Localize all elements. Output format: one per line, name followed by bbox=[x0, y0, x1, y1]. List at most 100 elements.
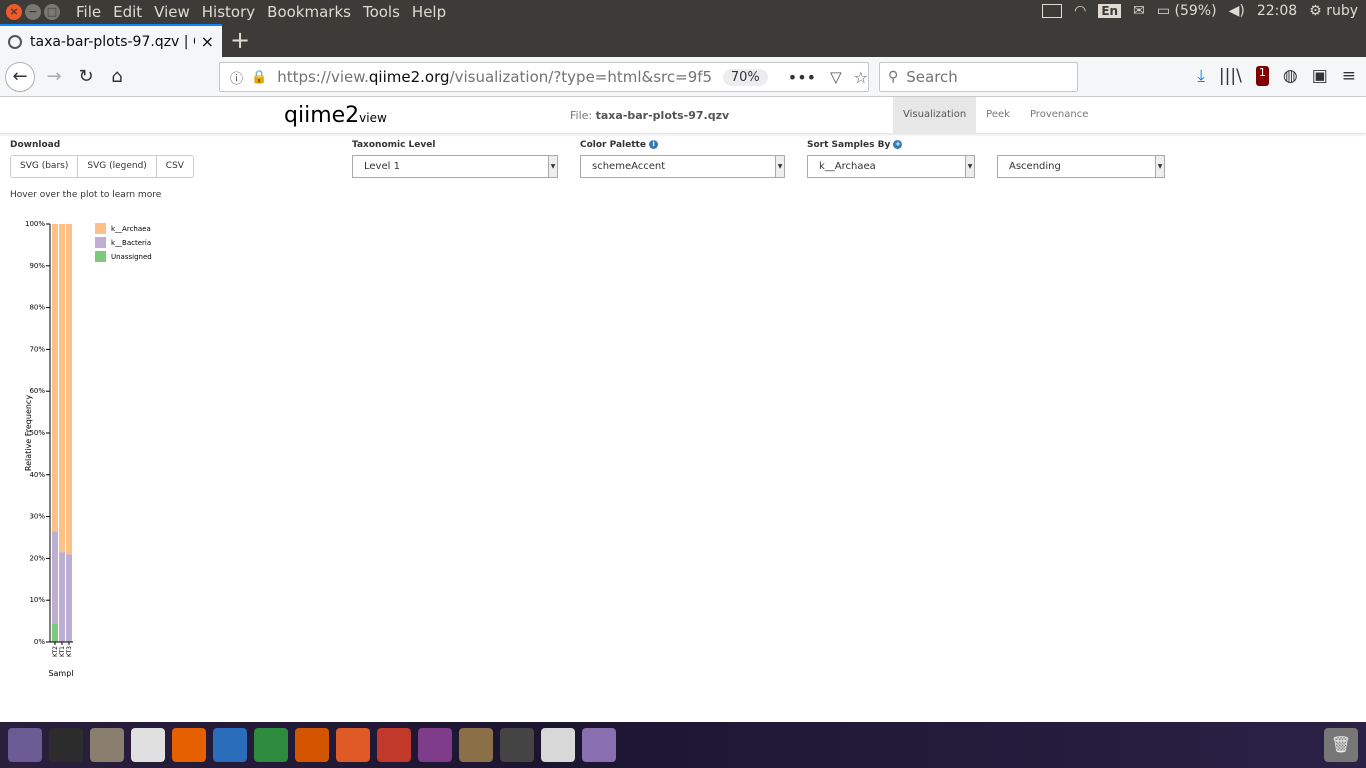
info-circle-icon[interactable]: i bbox=[649, 140, 659, 149]
tab-provenance[interactable]: Provenance bbox=[1020, 97, 1098, 133]
page-actions-icon[interactable]: ••• bbox=[788, 68, 816, 87]
y-tick-label: 80% bbox=[29, 304, 45, 312]
calc-launcher-icon[interactable] bbox=[254, 728, 288, 762]
y-axis-label: Relative Frequency bbox=[24, 395, 33, 471]
download-icon[interactable]: ⤓ bbox=[1197, 66, 1205, 86]
color-palette-select[interactable]: schemeAccent ▼ bbox=[580, 155, 785, 178]
reload-icon[interactable]: ↻ bbox=[72, 63, 100, 91]
hamburger-menu-icon[interactable]: ≡ bbox=[1342, 66, 1356, 86]
browser-tab-active[interactable]: taxa-bar-plots-97.qzv | Q × bbox=[0, 24, 222, 57]
battery-indicator[interactable]: ▭ (59%) bbox=[1157, 3, 1217, 19]
menu-tools[interactable]: Tools bbox=[357, 3, 406, 21]
csv-button[interactable]: CSV bbox=[155, 155, 194, 178]
bookmark-star-icon[interactable]: ☆ bbox=[854, 68, 868, 87]
lock-icon[interactable]: 🔒 bbox=[251, 70, 267, 85]
tab-visualization[interactable]: Visualization bbox=[893, 97, 977, 133]
menu-bookmarks[interactable]: Bookmarks bbox=[261, 3, 357, 21]
mail-icon[interactable]: ✉ bbox=[1133, 3, 1145, 19]
ubuntu-launcher-icon[interactable] bbox=[8, 728, 42, 762]
wifi-icon[interactable]: ◠ bbox=[1074, 3, 1086, 19]
bar-segment[interactable] bbox=[59, 552, 65, 642]
files-launcher-icon[interactable] bbox=[90, 728, 124, 762]
y-tick-label: 30% bbox=[29, 513, 45, 521]
menu-edit[interactable]: Edit bbox=[107, 3, 148, 21]
dock-icons bbox=[8, 728, 616, 762]
close-tab-icon[interactable]: × bbox=[201, 32, 214, 51]
tab-peek[interactable]: Peek bbox=[976, 97, 1020, 133]
display-icon[interactable] bbox=[1042, 4, 1063, 18]
view-tabs: Visualization Peek Provenance bbox=[893, 97, 1098, 133]
trash-icon[interactable]: 🗑 bbox=[1324, 728, 1358, 762]
globe-icon[interactable]: ◍ bbox=[1283, 66, 1298, 86]
library-icon[interactable]: |||\ bbox=[1219, 66, 1242, 86]
svg-bars-button[interactable]: SVG (bars) bbox=[10, 155, 79, 178]
qiime2-favicon-icon bbox=[8, 34, 22, 49]
firefox-launcher-icon[interactable] bbox=[172, 728, 206, 762]
user-menu[interactable]: ⚙ ruby bbox=[1309, 3, 1358, 19]
download-label: Download bbox=[10, 140, 61, 150]
sort-order-select[interactable]: Ascending ▼ bbox=[997, 155, 1165, 178]
viewer-launcher-icon[interactable] bbox=[582, 728, 616, 762]
bar-segment[interactable] bbox=[59, 224, 65, 553]
url-text[interactable]: https://view.qiime2.org/visualization/?t… bbox=[277, 68, 713, 86]
taxonomic-level-select[interactable]: Level 1 ▼ bbox=[352, 155, 558, 178]
sort-samples-select[interactable]: k__Archaea ▼ bbox=[807, 155, 975, 178]
x-tick-label: KT1 bbox=[59, 646, 66, 657]
volume-icon[interactable]: ◀) bbox=[1229, 3, 1245, 19]
bar-segment[interactable] bbox=[66, 554, 72, 642]
pocket-icon[interactable]: ▽ bbox=[830, 68, 842, 86]
ublock-icon[interactable]: 1 bbox=[1255, 66, 1269, 86]
back-arrow-icon[interactable]: ← bbox=[5, 62, 35, 92]
system-top-bar: × − □ File Edit View History Bookmarks T… bbox=[0, 0, 1366, 24]
bar-segment[interactable] bbox=[52, 623, 58, 642]
y-tick-label: 100% bbox=[25, 220, 45, 228]
legend-label: k__Bacteria bbox=[111, 239, 151, 247]
y-tick-label: 10% bbox=[29, 596, 45, 604]
bar-segment[interactable] bbox=[66, 224, 72, 555]
clock[interactable]: 22:08 bbox=[1257, 3, 1297, 19]
tab-title: taxa-bar-plots-97.qzv | Q bbox=[30, 33, 195, 50]
zoom-level[interactable]: 70% bbox=[722, 68, 768, 86]
bar-segment[interactable] bbox=[52, 531, 58, 624]
app-launcher-icon[interactable] bbox=[418, 728, 452, 762]
menu-file[interactable]: File bbox=[70, 3, 107, 21]
minimize-window-icon[interactable]: − bbox=[25, 4, 41, 20]
legend-label: Unassigned bbox=[111, 253, 152, 261]
qiime2-header: qiime2view File: taxa-bar-plots-97.qzv V… bbox=[0, 97, 1366, 134]
software-launcher-icon[interactable] bbox=[336, 728, 370, 762]
keyboard-layout[interactable]: En bbox=[1098, 4, 1122, 18]
gimp-launcher-icon[interactable] bbox=[500, 728, 534, 762]
qiime2-logo[interactable]: qiime2view bbox=[284, 103, 387, 128]
sidebar-icon[interactable]: ▣ bbox=[1312, 66, 1328, 86]
menu-view[interactable]: View bbox=[148, 3, 196, 21]
x-axis-label: Sampl bbox=[48, 669, 73, 678]
forward-arrow-icon[interactable]: → bbox=[40, 63, 68, 91]
close-window-icon[interactable]: × bbox=[6, 4, 22, 20]
chrome-launcher-icon[interactable] bbox=[131, 728, 165, 762]
menu-help[interactable]: Help bbox=[406, 3, 452, 21]
browser-tab-strip: taxa-bar-plots-97.qzv | Q × + bbox=[0, 24, 1366, 57]
bar-segment[interactable] bbox=[52, 224, 58, 532]
url-bar[interactable]: ⓘ 🔒 https://view.qiime2.org/visualizatio… bbox=[219, 62, 869, 92]
menu-history[interactable]: History bbox=[196, 3, 261, 21]
new-tab-icon[interactable]: + bbox=[230, 26, 250, 54]
home-icon[interactable]: ⌂ bbox=[103, 63, 131, 91]
info-icon[interactable]: ⓘ bbox=[230, 68, 243, 87]
writer-launcher-icon[interactable] bbox=[213, 728, 247, 762]
legend-swatch bbox=[95, 251, 106, 262]
tools-launcher-icon[interactable] bbox=[377, 728, 411, 762]
maximize-window-icon[interactable]: □ bbox=[44, 4, 60, 20]
settings-launcher-icon[interactable] bbox=[459, 728, 493, 762]
search-placeholder: Search bbox=[906, 68, 958, 86]
editor-launcher-icon[interactable] bbox=[541, 728, 575, 762]
search-input[interactable]: ⚲ Search bbox=[879, 62, 1078, 92]
hover-hint: Hover over the plot to learn more bbox=[10, 190, 162, 200]
terminal-launcher-icon[interactable] bbox=[49, 728, 83, 762]
legend-swatch bbox=[95, 237, 106, 248]
ubuntu-dock: 🗑 bbox=[0, 722, 1366, 768]
plus-circle-icon[interactable]: + bbox=[893, 140, 903, 149]
color-palette-value: schemeAccent bbox=[592, 161, 666, 172]
taxa-bar-chart[interactable]: 0%10%20%30%40%50%60%70%80%90%100%Relativ… bbox=[0, 210, 200, 690]
svg-legend-button[interactable]: SVG (legend) bbox=[77, 155, 157, 178]
impress-launcher-icon[interactable] bbox=[295, 728, 329, 762]
